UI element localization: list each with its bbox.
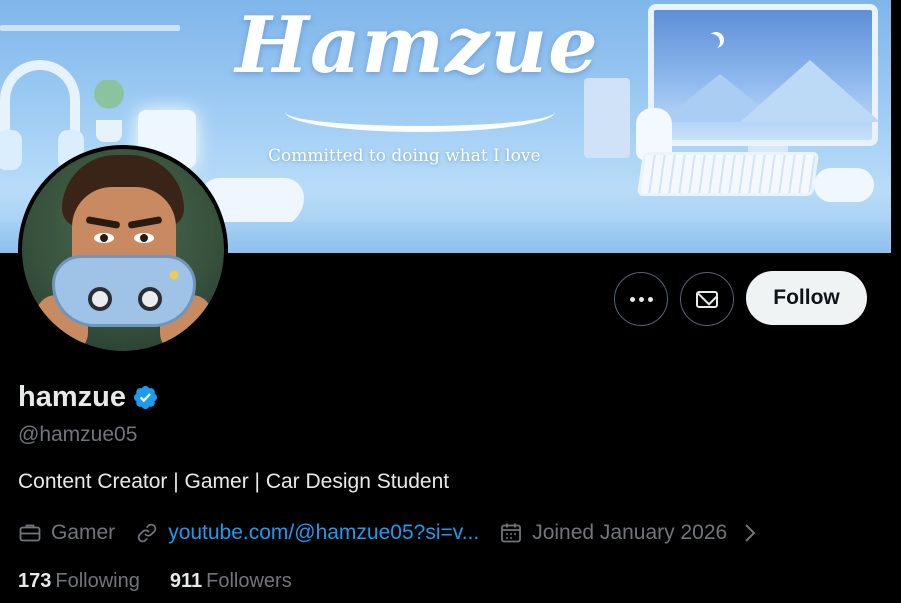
envelope-icon [696,290,718,308]
following-count: 173 [18,570,52,592]
avatar-controller-stick [138,287,162,311]
category-item: Gamer [18,521,115,545]
calendar-icon [501,523,522,543]
bio: Content Creator | Gamer | Car Design Stu… [18,470,450,493]
banner-mountain [740,60,880,122]
banner-moon [704,34,720,50]
display-name-row: hamzue [18,381,159,414]
followers-count: 911 [169,570,203,592]
joined-date: Joined January 2026 [532,521,728,544]
banner-shelf [0,25,180,31]
avatar-controller-buttons [164,265,184,285]
avatar-eye [134,233,154,243]
following-label: Following [55,570,140,592]
banner-tagline: Committed to doing what I love [268,146,541,166]
verified-badge-icon[interactable] [132,384,159,411]
briefcase-icon [19,524,41,542]
profile-meta: Gamer youtube.com/@hamzue05?si=v... Join… [18,519,776,547]
display-name: hamzue [18,381,126,413]
page-edge [891,0,901,603]
avatar-image [22,149,224,351]
category-label: Gamer [51,521,116,544]
message-button[interactable] [680,272,734,326]
followers-stat[interactable]: 911 Followers [170,570,292,593]
more-icon [629,296,653,302]
follow-stats: 173 Following 911 Followers [18,570,292,593]
following-stat[interactable]: 173 Following [18,570,140,593]
banner-headphones [0,60,84,170]
banner-swoosh [285,92,555,132]
banner-title: Hamzue [235,0,599,91]
banner-pot [96,120,122,142]
followers-label: Followers [206,570,292,592]
website-item[interactable]: youtube.com/@hamzue05?si=v... [135,521,479,545]
link-icon [137,523,157,543]
avatar-controller-stick [88,287,112,311]
more-button[interactable] [614,272,668,326]
handle: @hamzue05 [18,423,138,446]
website-link[interactable]: youtube.com/@hamzue05?si=v... [168,521,479,545]
banner-mouse [814,168,874,202]
avatar[interactable] [18,145,228,355]
banner-keyboard [636,152,820,196]
follow-button[interactable]: Follow [746,271,867,325]
joined-item[interactable]: Joined January 2026 [499,521,756,545]
avatar-eye [94,233,114,243]
chevron-right-icon [745,524,756,542]
